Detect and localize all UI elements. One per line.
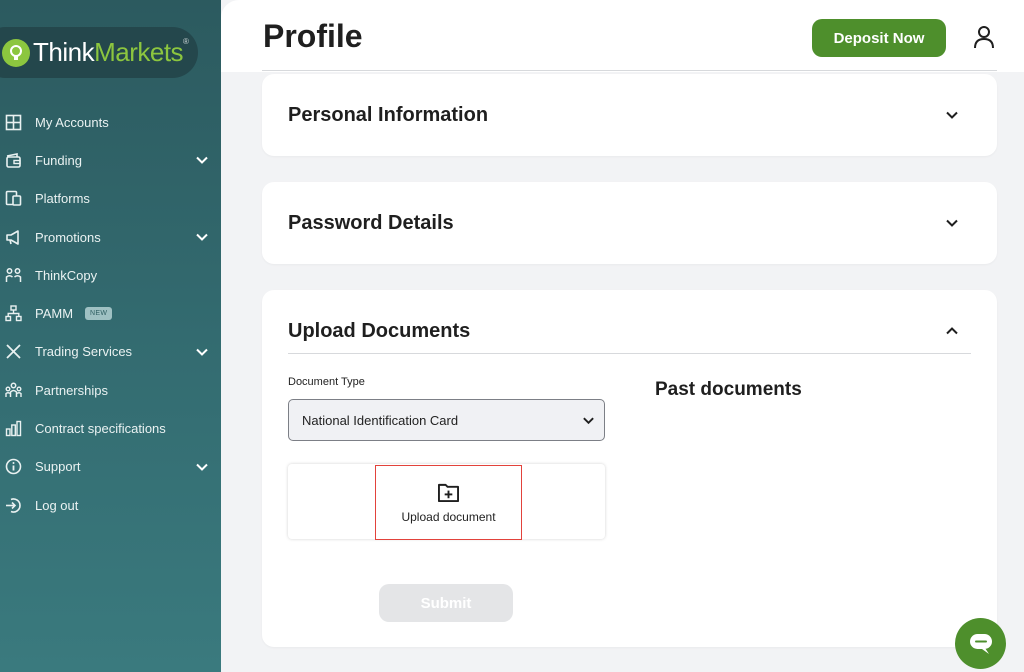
past-documents-title: Past documents xyxy=(655,379,802,400)
new-badge: NEW xyxy=(85,307,113,321)
sidebar-item-label: Partnerships xyxy=(35,382,108,398)
sidebar-item-label: Platforms xyxy=(35,191,90,207)
devices-icon xyxy=(3,189,23,209)
chevron-down-icon xyxy=(196,348,208,356)
sidebar-item-label: My Accounts xyxy=(35,114,109,130)
section-divider xyxy=(288,353,971,354)
upload-document-button[interactable]: Upload document xyxy=(375,465,522,540)
network-icon xyxy=(3,304,23,324)
sidebar-item-thinkcopy[interactable]: ThinkCopy xyxy=(0,256,221,294)
document-type-value: National Identification Card xyxy=(302,412,459,428)
sidebar-item-label: Support xyxy=(35,459,81,475)
sidebar-item-label: Promotions xyxy=(35,229,101,245)
sidebar-item-label: Funding xyxy=(35,152,82,168)
sidebar-item-my-accounts[interactable]: My Accounts xyxy=(0,103,221,141)
sidebar-item-trading-services[interactable]: Trading Services xyxy=(0,333,221,371)
sidebar-item-platforms[interactable]: Platforms xyxy=(0,180,221,218)
chevron-up-icon[interactable] xyxy=(945,324,959,338)
wallet-icon xyxy=(3,150,23,170)
logout-icon xyxy=(3,495,23,515)
info-icon xyxy=(3,457,23,477)
sidebar-item-support[interactable]: Support xyxy=(0,448,221,486)
sidebar-item-log-out[interactable]: Log out xyxy=(0,486,221,524)
chevron-down-icon[interactable] xyxy=(945,108,959,122)
sidebar-item-promotions[interactable]: Promotions xyxy=(0,218,221,256)
document-type-label: Document Type xyxy=(288,376,365,388)
chevron-down-icon[interactable] xyxy=(945,216,959,230)
deposit-now-button[interactable]: Deposit Now xyxy=(812,19,946,57)
chevron-down-icon xyxy=(196,463,208,471)
sidebar-item-contract-specifications[interactable]: Contract specifications xyxy=(0,409,221,447)
section-title: Personal Information xyxy=(288,104,489,126)
sidebar-item-label: Contract specifications xyxy=(35,421,166,437)
logo-wordmark: ThinkMarkets® xyxy=(33,37,189,67)
people-icon xyxy=(3,380,23,400)
sidebar-item-label: Log out xyxy=(35,497,79,513)
header-divider xyxy=(262,70,997,71)
chevron-down-icon xyxy=(196,233,208,241)
sidebar-item-partnerships[interactable]: Partnerships xyxy=(0,371,221,409)
section-title: Password Details xyxy=(288,212,454,234)
tools-icon xyxy=(3,342,23,362)
megaphone-icon xyxy=(3,227,23,247)
user-profile-icon[interactable] xyxy=(973,25,995,49)
sidebar-item-label: ThinkCopy xyxy=(35,267,98,283)
sidebar-item-funding[interactable]: Funding xyxy=(0,141,221,179)
chat-bubble-icon xyxy=(969,633,992,654)
grid-icon xyxy=(3,112,23,132)
submit-button[interactable]: Submit xyxy=(379,584,513,622)
upload-documents-card: Upload Documents Document Type National … xyxy=(262,290,997,647)
chart-bars-icon xyxy=(3,419,23,439)
sidebar: ThinkMarkets® My Accounts Funding Platfo… xyxy=(0,0,221,672)
sidebar-nav: My Accounts Funding Platforms Promotions… xyxy=(0,103,221,524)
chevron-down-icon xyxy=(196,157,208,165)
chat-button[interactable] xyxy=(955,618,1006,669)
personal-information-card[interactable]: Personal Information xyxy=(262,74,997,156)
password-details-card[interactable]: Password Details xyxy=(262,182,997,264)
copy-people-icon xyxy=(3,265,23,285)
upload-document-label: Upload document xyxy=(401,509,496,524)
document-type-select[interactable]: National Identification Card xyxy=(288,399,605,441)
sidebar-item-label: Trading Services xyxy=(35,344,133,360)
lightbulb-logo-icon xyxy=(2,38,30,67)
section-title: Upload Documents xyxy=(288,320,471,342)
main-content: Profile Deposit Now Personal Information… xyxy=(221,0,1024,672)
chevron-down-icon xyxy=(583,417,594,425)
sidebar-item-pamm[interactable]: PAMM NEW xyxy=(0,294,221,332)
folder-plus-icon xyxy=(438,483,459,502)
page-title: Profile xyxy=(263,18,363,54)
sidebar-item-label: PAMM xyxy=(35,306,74,322)
thinkmarkets-logo[interactable]: ThinkMarkets® xyxy=(0,27,198,78)
